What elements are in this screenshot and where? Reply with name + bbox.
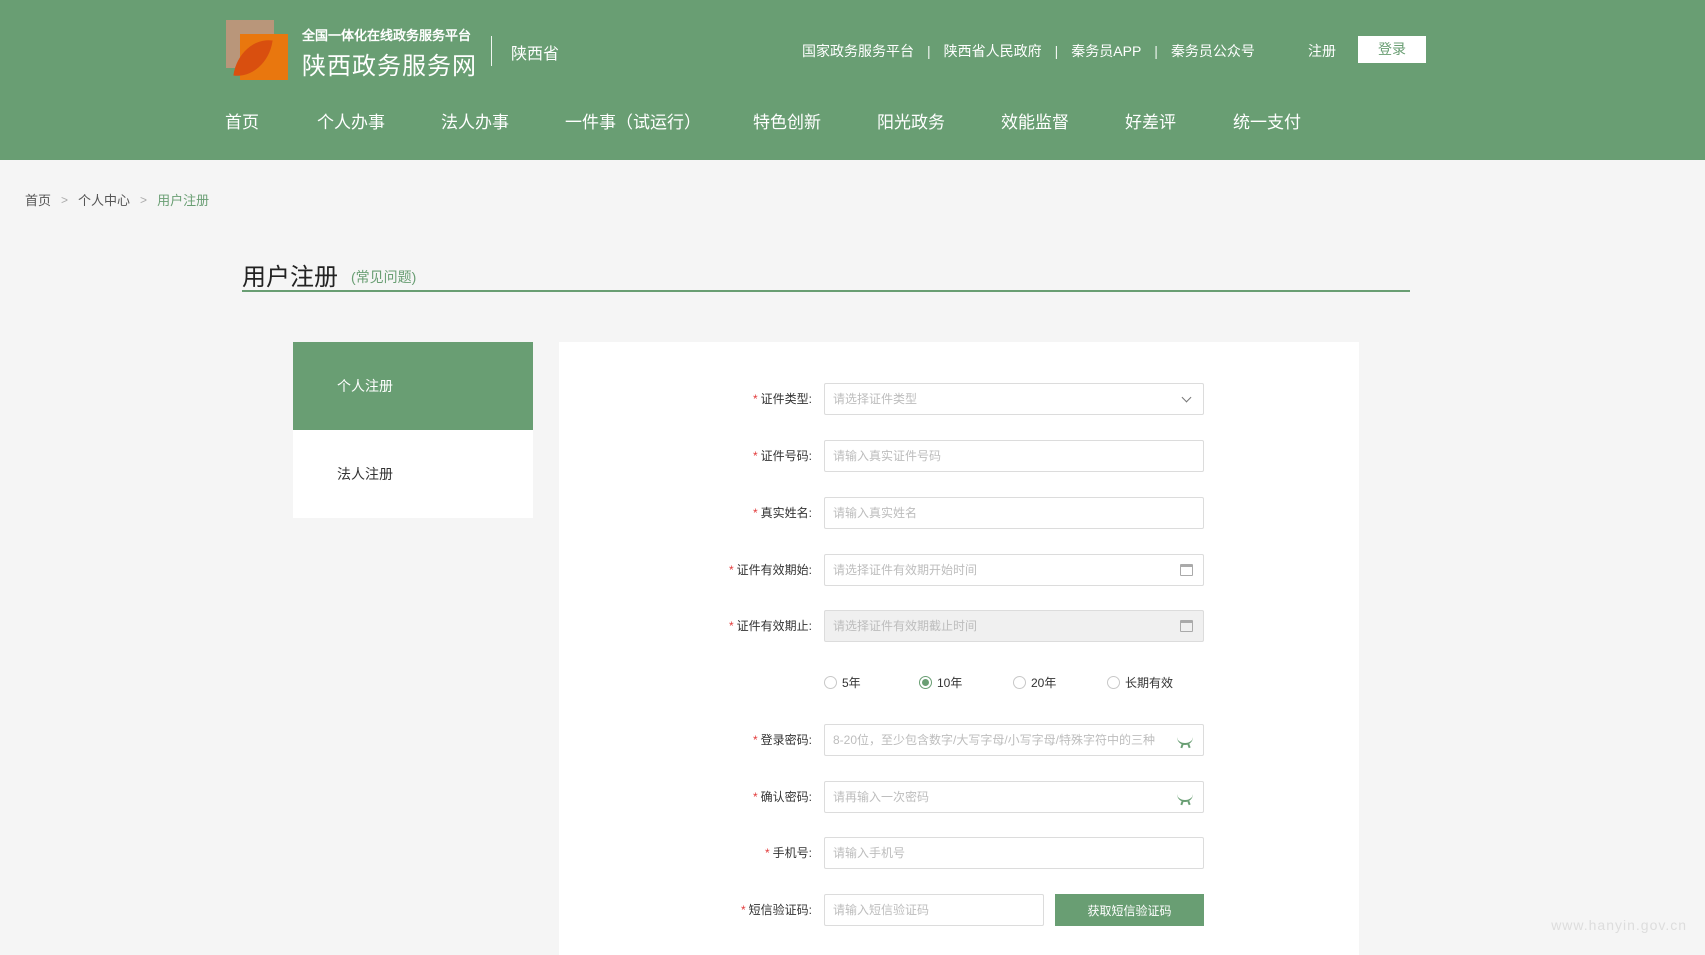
nav-item-supervision[interactable]: 效能监督 — [1001, 108, 1069, 133]
row-validity-options: 5年 10年 20年 长期有效 — [559, 667, 1359, 699]
cert-number-input[interactable] — [825, 441, 1203, 471]
breadcrumb-chevron-icon: > — [61, 192, 69, 207]
nav-item-innovation[interactable]: 特色创新 — [753, 108, 821, 133]
calendar-icon — [1180, 620, 1193, 632]
top-links: 国家政务服务平台 | 陕西省人民政府 | 秦务员APP | 秦务员公众号 — [802, 41, 1255, 61]
nav-item-personal[interactable]: 个人办事 — [317, 108, 385, 133]
title-underline — [242, 290, 1410, 292]
registration-form: *证件类型: *证件号码: *真实姓名: *证件有效期始: *证件有效期止: — [559, 342, 1359, 955]
site-subtitle: 全国一体化在线政务服务平台 — [302, 28, 472, 43]
tab-legal-registration[interactable]: 法人注册 — [293, 430, 533, 518]
row-valid-end: * 证件有效期止: — [559, 610, 1359, 642]
top-link-app[interactable]: 秦务员APP — [1071, 41, 1141, 61]
row-phone: * 手机号: — [559, 837, 1359, 869]
top-link-separator: | — [1054, 43, 1059, 59]
tab-personal-registration[interactable]: 个人注册 — [293, 342, 533, 430]
get-sms-code-button[interactable]: 获取短信验证码 — [1055, 894, 1204, 926]
password-field[interactable] — [824, 724, 1204, 756]
validity-radio-group: 5年 10年 20年 长期有效 — [824, 667, 1224, 699]
required-mark: * — [752, 506, 758, 520]
valid-end-date-field — [824, 610, 1204, 642]
phone-input[interactable] — [825, 838, 1203, 868]
breadcrumb: 首页 > 个人中心 > 用户注册 — [25, 190, 209, 209]
watermark: www.hanyin.gov.cn — [1551, 917, 1687, 933]
row-valid-start: * 证件有效期始: — [559, 554, 1359, 586]
header-divider — [491, 36, 492, 66]
top-link-national-platform[interactable]: 国家政务服务平台 — [802, 41, 914, 61]
phone-label: 手机号: — [772, 846, 812, 860]
row-password: * 登录密码: — [559, 724, 1359, 756]
cert-type-label: 证件类型: — [760, 392, 812, 406]
required-mark: * — [764, 846, 770, 860]
sms-code-label: 短信验证码: — [748, 903, 812, 917]
row-real-name: * 真实姓名: — [559, 497, 1359, 529]
top-link-separator: | — [1154, 43, 1158, 59]
breadcrumb-home[interactable]: 首页 — [25, 190, 51, 209]
required-mark: * — [752, 449, 758, 463]
radio-5-years[interactable]: 5年 — [824, 667, 861, 699]
password-label: 登录密码: — [760, 733, 812, 747]
main-nav: 首页 个人办事 法人办事 一件事（试运行） 特色创新 阳光政务 效能监督 好差评… — [0, 108, 1705, 132]
confirm-password-label: 确认密码: — [760, 790, 812, 804]
faq-link[interactable]: (常见问题) — [351, 267, 416, 287]
row-cert-type: * 证件类型: — [559, 383, 1359, 415]
login-button[interactable]: 登录 — [1358, 36, 1426, 63]
real-name-field[interactable] — [824, 497, 1204, 529]
real-name-input[interactable] — [825, 498, 1203, 528]
valid-start-input[interactable] — [825, 555, 1203, 585]
breadcrumb-personal-center[interactable]: 个人中心 — [78, 190, 130, 209]
radio-10-years[interactable]: 10年 — [919, 667, 962, 699]
row-cert-number: * 证件号码: — [559, 440, 1359, 472]
breadcrumb-chevron-icon: > — [140, 192, 148, 207]
nav-item-sunshine[interactable]: 阳光政务 — [877, 108, 945, 133]
required-mark: * — [752, 733, 758, 747]
radio-20-years[interactable]: 20年 — [1013, 667, 1056, 699]
top-link-official-account[interactable]: 秦务员公众号 — [1171, 41, 1255, 61]
top-link-provincial-government[interactable]: 陕西省人民政府 — [944, 41, 1042, 61]
nav-item-legal[interactable]: 法人办事 — [441, 108, 509, 133]
registration-type-tabs: 个人注册 法人注册 — [293, 342, 533, 518]
page-title: 用户注册 — [242, 264, 338, 291]
required-mark: * — [752, 790, 758, 804]
cert-number-field[interactable] — [824, 440, 1204, 472]
nav-item-rating[interactable]: 好差评 — [1125, 108, 1176, 133]
row-confirm-password: * 确认密码: — [559, 781, 1359, 813]
sms-code-field[interactable] — [824, 894, 1044, 926]
nav-item-home[interactable]: 首页 — [225, 108, 259, 133]
phone-field[interactable] — [824, 837, 1204, 869]
breadcrumb-current: 用户注册 — [157, 193, 210, 208]
top-link-separator: | — [927, 43, 931, 59]
cert-number-label: 证件号码: — [760, 449, 812, 463]
password-input[interactable] — [825, 725, 1203, 755]
required-mark: * — [728, 619, 734, 633]
confirm-password-field[interactable] — [824, 781, 1204, 813]
region-label: 陕西省 — [511, 46, 560, 63]
site-title[interactable]: 陕西政务服务网 — [302, 46, 477, 81]
required-mark: * — [740, 903, 746, 917]
valid-end-label: 证件有效期止: — [736, 619, 812, 633]
required-mark: * — [752, 392, 758, 406]
valid-end-input — [825, 611, 1203, 641]
cert-type-input[interactable] — [825, 384, 1203, 414]
calendar-icon[interactable] — [1180, 564, 1193, 576]
site-logo-icon[interactable] — [226, 20, 288, 81]
register-link[interactable]: 注册 — [1308, 41, 1336, 61]
confirm-password-input[interactable] — [825, 782, 1203, 812]
nav-item-payment[interactable]: 统一支付 — [1233, 108, 1301, 133]
valid-start-date-field[interactable] — [824, 554, 1204, 586]
valid-start-label: 证件有效期始: — [736, 563, 812, 577]
real-name-label: 真实姓名: — [760, 506, 812, 520]
nav-item-one-thing[interactable]: 一件事（试运行） — [565, 108, 701, 133]
sms-code-input[interactable] — [825, 895, 1043, 925]
required-mark: * — [728, 563, 734, 577]
radio-long-term[interactable]: 长期有效 — [1107, 667, 1173, 699]
row-sms-code: *短信验证码: 获取短信验证码 — [559, 894, 1359, 926]
site-header: 全国一体化在线政务服务平台 陕西政务服务网 陕西省 国家政务服务平台 | 陕西省… — [0, 0, 1705, 160]
cert-type-select[interactable] — [824, 383, 1204, 415]
